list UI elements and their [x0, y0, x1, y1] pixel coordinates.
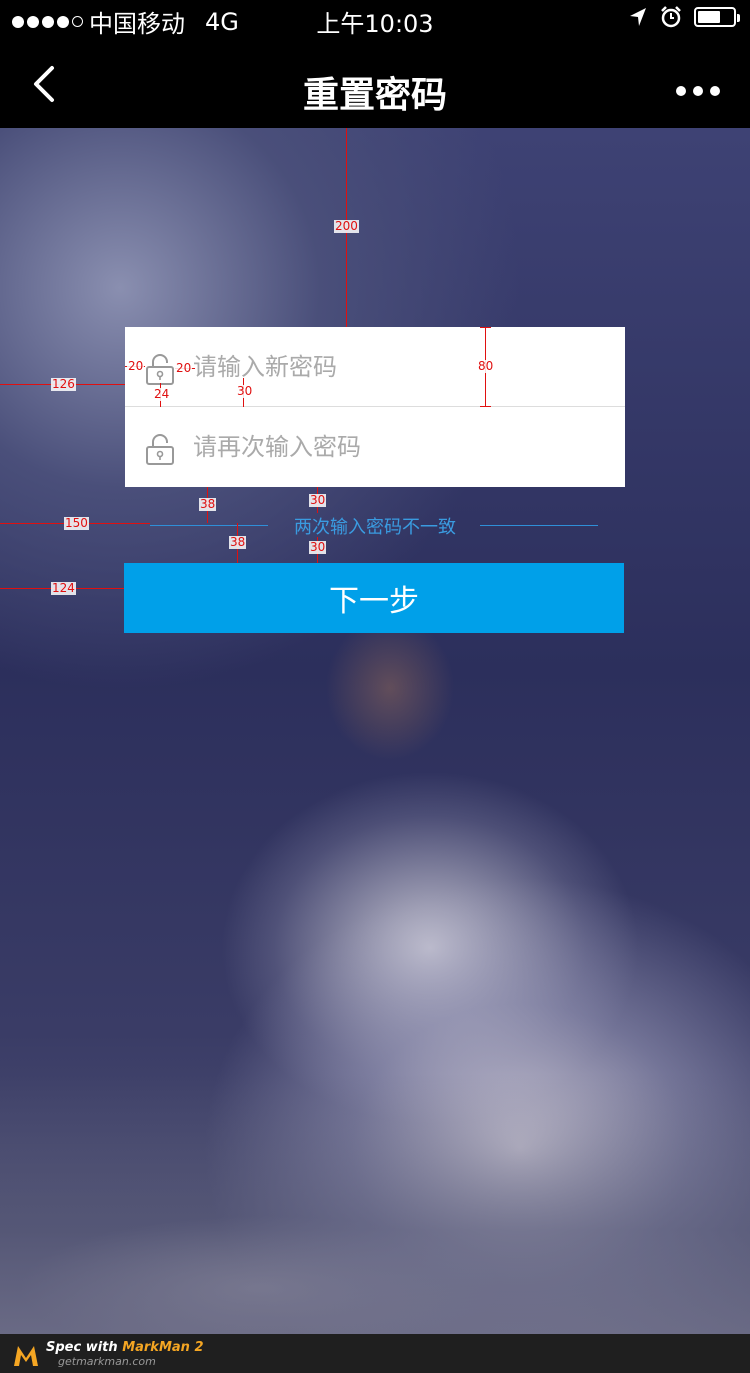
spec-line [480, 406, 491, 407]
spec-label: 30 [309, 540, 327, 554]
password-form [125, 327, 625, 487]
error-text: 两次输入密码不一致 [294, 517, 456, 538]
spec-label: 126 [51, 377, 76, 391]
lock-open-icon [146, 354, 174, 385]
status-icons [628, 6, 740, 28]
new-password-input[interactable] [193, 347, 603, 387]
spec-label: 30 [309, 493, 327, 507]
confirm-password-row [125, 407, 625, 487]
spec-label: 24 [153, 387, 171, 401]
spec-label: 20 [127, 359, 145, 373]
spec-label: 150 [64, 516, 89, 530]
spec-label: 124 [51, 581, 76, 595]
spec-label: 20 [175, 361, 193, 375]
confirm-password-input[interactable] [193, 427, 603, 467]
next-step-button[interactable]: 下一步 [124, 563, 624, 633]
new-password-row [125, 327, 625, 407]
alarm-clock-icon [661, 6, 681, 28]
spec-label: 200 [334, 219, 359, 233]
battery-icon [694, 7, 740, 27]
location-arrow-icon [630, 8, 646, 26]
lock-open-icon [146, 434, 174, 465]
spec-label: 30 [236, 384, 254, 398]
footer-site: getmarkman.com [58, 1355, 156, 1368]
background-photo [0, 128, 750, 1334]
error-line-right [480, 525, 598, 526]
footer-brand-name: MarkMan 2 [122, 1340, 204, 1355]
spec-label: 38 [229, 535, 247, 549]
more-options-icon[interactable] [676, 86, 720, 96]
spec-label: 80 [477, 359, 495, 373]
status-bar: 中国移动 4G 上午10:03 [0, 0, 750, 40]
page-title: 重置密码 [302, 75, 447, 116]
spec-label: 38 [199, 497, 217, 511]
markman-footer: Spec with MarkMan 2 getmarkman.com [0, 1334, 750, 1373]
markman-logo-icon [14, 1346, 38, 1366]
background-floor [0, 1074, 750, 1334]
spec-line [480, 327, 491, 328]
error-message: 两次输入密码不一致 [150, 513, 600, 538]
footer-brand-prefix: Spec with [46, 1340, 123, 1355]
footer-brand: Spec with MarkMan 2 [46, 1340, 204, 1355]
nav-bar: 重置密码 [0, 40, 750, 128]
